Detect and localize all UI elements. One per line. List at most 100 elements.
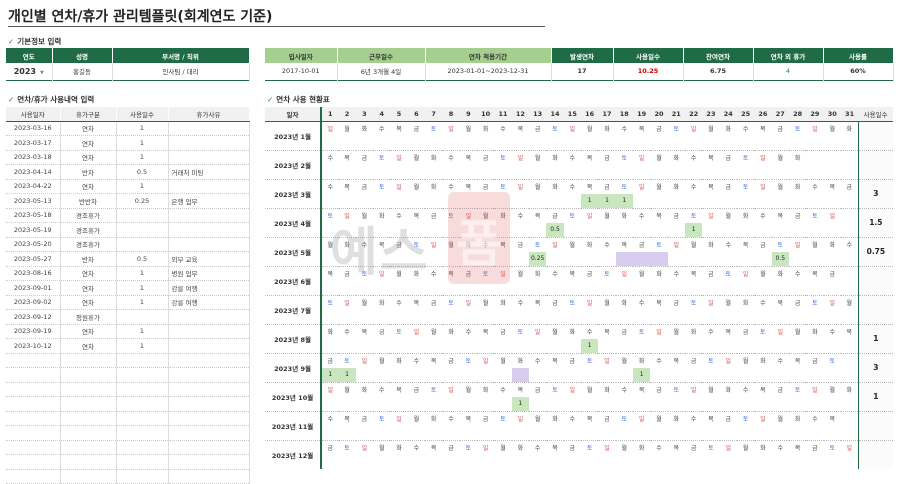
use-date-cell[interactable]: 2023-05-20	[6, 237, 61, 252]
use-date-cell[interactable]	[6, 353, 61, 368]
use-date-cell[interactable]	[6, 367, 61, 383]
name-field[interactable]: 홍길동	[52, 63, 113, 80]
reason-cell[interactable]	[168, 454, 250, 470]
leave-type-cell[interactable]	[60, 353, 117, 368]
use-days-cell[interactable]	[116, 367, 169, 383]
use-date-cell[interactable]: 2023-05-19	[6, 222, 61, 238]
use-days-cell[interactable]	[116, 353, 169, 368]
leave-type-cell[interactable]: 경조휴가	[60, 208, 117, 223]
leave-type-cell[interactable]: 연차	[60, 150, 117, 165]
use-days-cell[interactable]	[116, 222, 169, 238]
reason-cell[interactable]	[168, 353, 250, 368]
reason-cell[interactable]	[168, 425, 250, 441]
leave-type-cell[interactable]	[60, 382, 117, 397]
use-date-cell[interactable]: 2023-03-17	[6, 135, 61, 151]
leave-type-cell[interactable]: 반차	[60, 251, 117, 267]
reason-cell[interactable]	[168, 309, 250, 325]
reason-cell[interactable]	[168, 208, 250, 223]
use-date-cell[interactable]	[6, 440, 61, 455]
use-date-cell[interactable]: 2023-09-19	[6, 324, 61, 339]
use-date-cell[interactable]: 2023-08-16	[6, 266, 61, 281]
use-date-cell[interactable]	[6, 382, 61, 397]
reason-cell[interactable]	[168, 367, 250, 383]
reason-cell[interactable]	[168, 396, 250, 412]
use-days-cell[interactable]	[116, 411, 169, 426]
use-days-cell[interactable]	[116, 440, 169, 455]
reason-cell[interactable]: 거래처 미팅	[168, 164, 250, 180]
use-days-cell[interactable]	[116, 425, 169, 441]
leave-type-cell[interactable]	[60, 425, 117, 441]
leave-type-cell[interactable]: 연차	[60, 324, 117, 339]
use-date-cell[interactable]: 2023-05-27	[6, 251, 61, 267]
use-date-cell[interactable]: 2023-10-12	[6, 338, 61, 354]
leave-type-cell[interactable]	[60, 469, 117, 484]
reason-cell[interactable]	[168, 469, 250, 484]
use-days-cell[interactable]: 0.25	[116, 193, 169, 209]
leave-type-cell[interactable]: 연차	[60, 179, 117, 194]
reason-cell[interactable]: 은행 업무	[168, 193, 250, 209]
leave-type-cell[interactable]: 연차	[60, 121, 117, 136]
use-days-cell[interactable]	[116, 469, 169, 484]
year-select[interactable]: 2023 ▼	[6, 63, 53, 80]
use-date-cell[interactable]: 2023-04-14	[6, 164, 61, 180]
use-date-cell[interactable]	[6, 396, 61, 412]
use-days-cell[interactable]	[116, 454, 169, 470]
leave-type-cell[interactable]	[60, 367, 117, 383]
reason-cell[interactable]: 병원 업무	[168, 266, 250, 281]
leave-type-cell[interactable]: 연차	[60, 280, 117, 296]
reason-cell[interactable]	[168, 222, 250, 238]
reason-cell[interactable]: 강릉 여행	[168, 295, 250, 310]
leave-type-cell[interactable]: 연차	[60, 295, 117, 310]
use-days-cell[interactable]: 1	[116, 121, 169, 136]
use-days-cell[interactable]: 1	[116, 135, 169, 151]
reason-cell[interactable]	[168, 179, 250, 194]
leave-type-cell[interactable]	[60, 454, 117, 470]
leave-type-cell[interactable]	[60, 396, 117, 412]
use-days-cell[interactable]	[116, 396, 169, 412]
reason-cell[interactable]	[168, 440, 250, 455]
use-days-cell[interactable]	[116, 237, 169, 252]
use-days-cell[interactable]: 0.5	[116, 164, 169, 180]
use-days-cell[interactable]: 1	[116, 179, 169, 194]
reason-cell[interactable]	[168, 237, 250, 252]
join-date-field[interactable]: 2017-10-01	[265, 63, 338, 80]
use-days-cell[interactable]	[116, 382, 169, 397]
dept-field[interactable]: 인사팀 / 대리	[112, 63, 250, 80]
use-date-cell[interactable]	[6, 454, 61, 470]
leave-type-cell[interactable]: 반차	[60, 164, 117, 180]
use-days-cell[interactable]	[116, 309, 169, 325]
reason-cell[interactable]	[168, 338, 250, 354]
use-date-cell[interactable]: 2023-05-18	[6, 208, 61, 223]
use-date-cell[interactable]: 2023-09-01	[6, 280, 61, 296]
use-days-cell[interactable]: 1	[116, 266, 169, 281]
reason-cell[interactable]	[168, 411, 250, 426]
reason-cell[interactable]	[168, 135, 250, 151]
use-date-cell[interactable]: 2023-09-02	[6, 295, 61, 310]
use-date-cell[interactable]: 2023-03-18	[6, 150, 61, 165]
use-date-cell[interactable]: 2023-05-13	[6, 193, 61, 209]
use-days-cell[interactable]: 1	[116, 338, 169, 354]
leave-type-cell[interactable]: 연차	[60, 338, 117, 354]
use-date-cell[interactable]	[6, 469, 61, 484]
use-days-cell[interactable]: 1	[116, 150, 169, 165]
leave-type-cell[interactable]: 연차	[60, 135, 117, 151]
use-date-cell[interactable]: 2023-09-12	[6, 309, 61, 325]
leave-type-cell[interactable]: 연차	[60, 266, 117, 281]
use-date-cell[interactable]	[6, 411, 61, 426]
use-days-cell[interactable]: 1	[116, 295, 169, 310]
use-days-cell[interactable]: 0.5	[116, 251, 169, 267]
use-days-cell[interactable]: 1	[116, 324, 169, 339]
use-days-cell[interactable]: 1	[116, 280, 169, 296]
reason-cell[interactable]	[168, 382, 250, 397]
leave-type-cell[interactable]: 경조휴가	[60, 237, 117, 252]
leave-type-cell[interactable]: 청원휴가	[60, 309, 117, 325]
leave-type-cell[interactable]: 반반차	[60, 193, 117, 209]
reason-cell[interactable]	[168, 150, 250, 165]
leave-type-cell[interactable]: 경조휴가	[60, 222, 117, 238]
reason-cell[interactable]	[168, 324, 250, 339]
use-date-cell[interactable]	[6, 425, 61, 441]
reason-cell[interactable]: 강릉 여행	[168, 280, 250, 296]
use-date-cell[interactable]: 2023-04-22	[6, 179, 61, 194]
leave-type-cell[interactable]	[60, 411, 117, 426]
use-days-cell[interactable]	[116, 208, 169, 223]
